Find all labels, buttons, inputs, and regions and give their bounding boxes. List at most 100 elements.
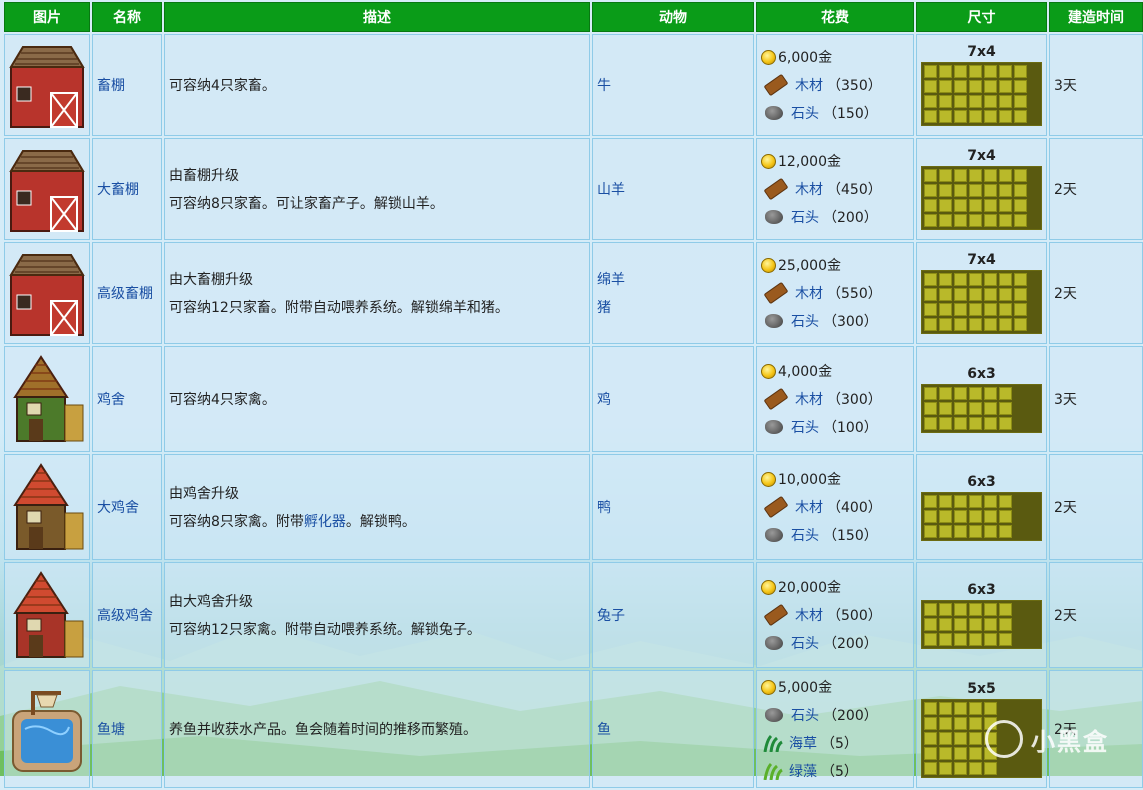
grid-tile (924, 602, 937, 616)
build-time-cell: 2天 (1049, 454, 1143, 560)
material-quantity: （450） (827, 182, 882, 198)
size-grid (921, 383, 1042, 433)
material-link[interactable]: 木材 (795, 389, 823, 409)
description-line: 可容纳12只家禽。附带自动喂养系统。解锁兔子。 (169, 622, 481, 638)
building-name-link[interactable]: 大鸡舍 (97, 500, 139, 516)
description-line: 由畜棚升级 (169, 168, 239, 184)
grid-tile (999, 318, 1012, 331)
building-name-link[interactable]: 鸡舍 (97, 392, 125, 408)
building-image-cell (4, 34, 90, 136)
material-link[interactable]: 木材 (795, 605, 823, 625)
animal-link[interactable]: 鸭 (597, 497, 749, 517)
cost-cell: 20,000金 木材 （500） 石头 （200） (756, 562, 914, 668)
animal-link[interactable]: 鸡 (597, 389, 749, 409)
stone-icon (765, 708, 783, 722)
grid-tile (954, 761, 967, 775)
size-cell: 6x3 (916, 562, 1047, 668)
grid-tile (924, 288, 937, 301)
size-cell: 6x3 (916, 454, 1047, 560)
material-link[interactable]: 石头 (791, 103, 819, 123)
grid-tile (969, 494, 982, 508)
material-link[interactable]: 石头 (791, 417, 819, 437)
grid-tile (969, 169, 982, 182)
animal-link[interactable]: 山羊 (597, 179, 749, 199)
grid-tile (924, 632, 937, 646)
animal-link[interactable]: 绵羊 (597, 269, 749, 289)
material-link[interactable]: 木材 (795, 497, 823, 517)
material-link[interactable]: 木材 (795, 75, 823, 95)
building-name-link[interactable]: 大畜棚 (97, 182, 139, 198)
animal-link[interactable]: 兔子 (597, 605, 749, 625)
animal-link[interactable]: 牛 (597, 75, 749, 95)
grid-tile (984, 169, 997, 182)
description-cell: 可容纳4只家禽。 (164, 346, 590, 452)
stone-icon (765, 636, 783, 650)
grid-tile (924, 401, 937, 415)
grid-tile (999, 386, 1012, 400)
grid-tile (984, 199, 997, 212)
grid-tile (984, 65, 997, 78)
animal-link[interactable]: 鱼 (597, 719, 749, 739)
grid-tile (984, 701, 997, 715)
building-name-link[interactable]: 畜棚 (97, 78, 125, 94)
build-time-cell: 2天 (1049, 242, 1143, 344)
description-line: 可容纳4只家畜。 (169, 78, 276, 94)
material-link[interactable]: 绿藻 (789, 761, 817, 781)
description-line: 可容纳12只家畜。附带自动喂养系统。解锁绵羊和猪。 (169, 300, 509, 316)
grid-tile (924, 701, 937, 715)
building-row: 高级畜棚 由大畜棚升级 可容纳12只家畜。附带自动喂养系统。解锁绵羊和猪。 绵羊猪 25… (4, 242, 1143, 344)
animals-cell: 鸡 (592, 346, 754, 452)
material-link[interactable]: 石头 (791, 633, 819, 653)
cost-gold: 5,000金 (761, 673, 909, 701)
building-name-link[interactable]: 高级畜棚 (97, 286, 153, 302)
building-row: 鸡舍 可容纳4只家禽。鸡 4,000金 木材 （300） 石头 （100） 6x3 3天 (4, 346, 1143, 452)
grid-tile (969, 110, 982, 123)
material-link[interactable]: 木材 (795, 283, 823, 303)
material-quantity: （200） (823, 636, 878, 652)
grid-tile (939, 602, 952, 616)
grid-tile (954, 80, 967, 93)
material-link[interactable]: 石头 (791, 311, 819, 331)
grid-tile (1014, 95, 1027, 108)
stone-icon (765, 106, 783, 120)
grid-tile (984, 318, 997, 331)
header-name: 名称 (92, 2, 162, 32)
grid-tile (939, 401, 952, 415)
grid-tile (969, 716, 982, 730)
building-name-link[interactable]: 鱼塘 (97, 722, 125, 738)
material-link[interactable]: 石头 (791, 525, 819, 545)
grid-tile (969, 401, 982, 415)
grid-tile (969, 273, 982, 286)
building-name-cell: 鱼塘 (92, 670, 162, 788)
grid-tile (984, 401, 997, 415)
header-size: 尺寸 (916, 2, 1047, 32)
grid-tile (924, 416, 937, 430)
coop-image (13, 355, 84, 442)
grid-tile (954, 617, 967, 631)
grid-tile (1014, 214, 1027, 227)
building-name-cell: 高级鸡舍 (92, 562, 162, 668)
description-line: 由鸡舍升级 (169, 486, 239, 502)
grid-tile (924, 617, 937, 631)
material-link[interactable]: 石头 (791, 207, 819, 227)
heybox-logo-icon (985, 720, 1023, 758)
material-link[interactable]: 石头 (791, 705, 819, 725)
grid-tile (969, 214, 982, 227)
building-name-link[interactable]: 高级鸡舍 (97, 608, 153, 624)
animal-link[interactable]: 猪 (597, 297, 749, 317)
grid-tile (969, 199, 982, 212)
grid-tile (999, 288, 1012, 301)
grid-tile (954, 701, 967, 715)
description-cell: 可容纳4只家畜。 (164, 34, 590, 136)
coop-image (13, 571, 84, 658)
grid-tile (939, 199, 952, 212)
size-label: 6x3 (967, 473, 996, 490)
material-link[interactable]: 海草 (789, 733, 817, 753)
incubator-link[interactable]: 孵化器 (304, 514, 346, 530)
build-time: 3天 (1054, 78, 1077, 94)
grid-tile (999, 65, 1012, 78)
grid-tile (1014, 273, 1027, 286)
material-link[interactable]: 木材 (795, 179, 823, 199)
gold-coin-icon (761, 679, 776, 695)
animals-cell: 牛 (592, 34, 754, 136)
